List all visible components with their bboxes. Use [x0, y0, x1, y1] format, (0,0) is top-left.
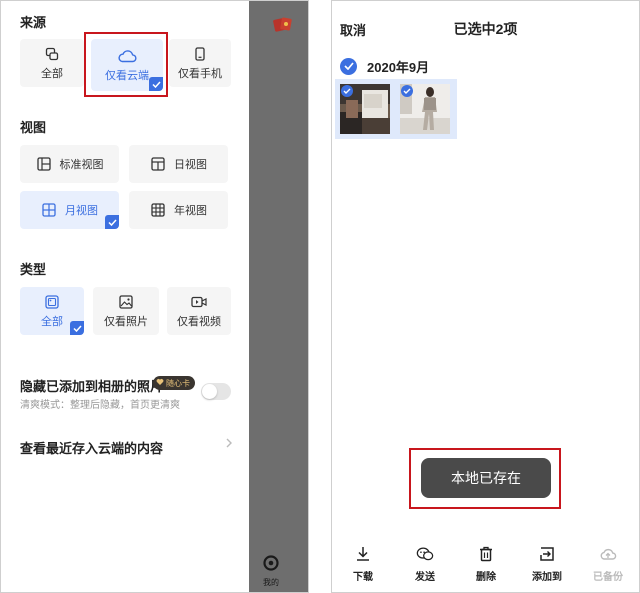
nav-mine-label: 我的 — [263, 578, 279, 587]
selected-check-icon — [105, 215, 119, 229]
badge-heart-icon — [156, 378, 164, 388]
nav-mine[interactable]: 我的 — [260, 555, 282, 588]
delete-button[interactable]: 删除 — [464, 545, 508, 583]
source-option-label: 仅看手机 — [178, 67, 222, 80]
group-check-icon[interactable] — [340, 57, 357, 75]
view-option-day[interactable]: 日视图 — [129, 145, 228, 183]
day-view-icon — [150, 156, 166, 172]
red-envelope-icon — [273, 15, 293, 38]
send-button[interactable]: 发送 — [403, 545, 447, 583]
phone-icon — [192, 46, 208, 62]
view-section-title: 视图 — [20, 120, 47, 135]
year-view-icon — [150, 202, 166, 218]
view-option-month[interactable]: 月视图 — [20, 191, 119, 229]
view-option-year[interactable]: 年视图 — [129, 191, 228, 229]
backed-up-button[interactable]: 已备份 — [586, 545, 630, 583]
type-option-label: 仅看视频 — [177, 315, 221, 328]
send-icon — [416, 545, 434, 563]
photo-thumbnail[interactable] — [400, 84, 450, 134]
membership-badge: 随心卡 — [153, 376, 195, 390]
hide-added-toggle[interactable] — [201, 383, 231, 400]
download-button[interactable]: 下载 — [341, 545, 385, 583]
photo-grid — [335, 79, 457, 139]
add-to-button[interactable]: 添加到 — [525, 545, 569, 583]
photo-thumbnail[interactable] — [340, 84, 390, 134]
media-all-icon — [44, 294, 60, 310]
dimmed-background[interactable]: 我的 — [249, 1, 308, 592]
type-option-photo[interactable]: 仅看照片 — [93, 287, 159, 335]
date-group-header[interactable]: 2020年9月 — [340, 57, 429, 75]
top-bar: 取消 已选中2项 — [332, 1, 639, 53]
highlight-box — [409, 448, 561, 509]
date-group-label: 2020年9月 — [367, 59, 430, 75]
send-label: 发送 — [415, 572, 435, 583]
page-title: 已选中2项 — [453, 21, 518, 37]
delete-label: 删除 — [476, 572, 496, 583]
standard-view-icon — [36, 156, 52, 172]
user-icon — [263, 555, 279, 576]
download-label: 下载 — [353, 572, 373, 583]
month-view-icon — [41, 202, 57, 218]
hide-added-label: 隐藏已添加到相册的照片 — [20, 379, 164, 394]
photo-icon — [118, 294, 134, 310]
add-to-label: 添加到 — [532, 572, 562, 583]
hide-added-description: 清爽模式：整理后隐藏，首页更清爽 — [20, 400, 180, 411]
all-icon — [44, 46, 60, 62]
download-icon — [354, 545, 372, 563]
recent-cloud-link[interactable]: 查看最近存入云端的内容 — [20, 438, 163, 457]
add-to-icon — [538, 545, 556, 563]
source-option-phone[interactable]: 仅看手机 — [169, 39, 231, 87]
photo-check-icon[interactable] — [341, 85, 353, 97]
source-option-label: 全部 — [41, 67, 63, 80]
source-option-all[interactable]: 全部 — [20, 39, 84, 87]
view-option-standard[interactable]: 标准视图 — [20, 145, 119, 183]
filter-panel-screen: 来源 全部 仅看云端 仅看手机 视图 标准视图 日视图 月视图 年视图 类型 全… — [0, 0, 309, 593]
type-option-video[interactable]: 仅看视频 — [167, 287, 231, 335]
type-section-title: 类型 — [20, 262, 47, 277]
view-option-label: 月视图 — [65, 205, 98, 217]
bottom-toolbar: 下载 发送 删除 添加到 已备份 — [332, 545, 639, 587]
filter-sheet: 来源 全部 仅看云端 仅看手机 视图 标准视图 日视图 月视图 年视图 类型 全… — [1, 1, 249, 592]
view-option-label: 标准视图 — [59, 159, 104, 171]
video-icon — [191, 294, 207, 310]
view-option-label: 年视图 — [174, 205, 207, 217]
selection-screen: 取消 已选中2项 2020年9月 本地已存在 下载 发送 删除 添加到 已备份 — [331, 0, 640, 593]
badge-label: 随心卡 — [166, 378, 190, 388]
source-section-title: 来源 — [20, 15, 47, 30]
type-option-all[interactable]: 全部 — [20, 287, 84, 335]
type-option-label: 全部 — [41, 315, 63, 328]
type-option-label: 仅看照片 — [104, 315, 148, 328]
chevron-right-icon — [225, 436, 233, 454]
photo-check-icon[interactable] — [401, 85, 413, 97]
highlight-box — [84, 32, 168, 97]
backed-up-icon — [599, 545, 617, 563]
delete-icon — [477, 545, 495, 563]
backed-up-label: 已备份 — [593, 572, 623, 583]
selected-check-icon — [70, 321, 84, 335]
view-option-label: 日视图 — [174, 159, 207, 171]
